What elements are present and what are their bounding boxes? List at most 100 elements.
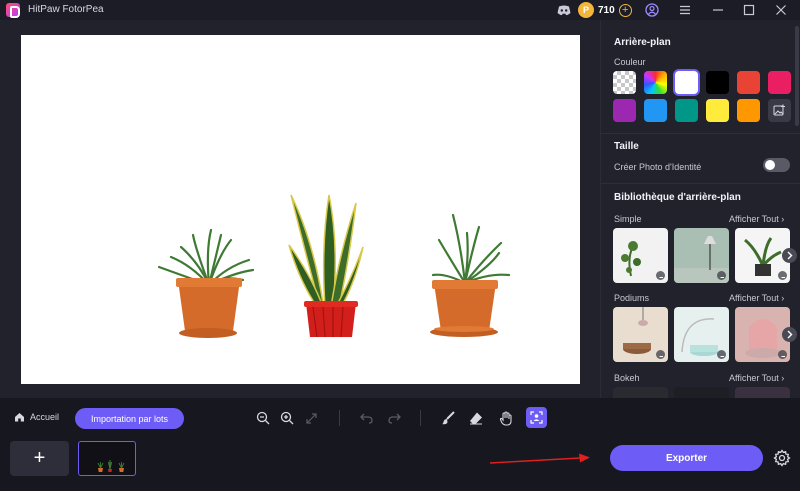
eraser-tool-button[interactable]	[467, 409, 485, 427]
bottom-strip: + Exporter	[0, 436, 800, 491]
image-canvas[interactable]	[21, 35, 580, 384]
plant-center	[288, 194, 364, 338]
home-button[interactable]: Accueil	[14, 412, 59, 422]
bg-thumb-simple-2[interactable]	[674, 228, 729, 283]
swatch-teal[interactable]	[675, 99, 698, 122]
undo-button[interactable]	[357, 409, 375, 427]
download-icon	[656, 350, 665, 359]
brush-icon	[442, 411, 455, 425]
maximize-icon[interactable]	[741, 2, 757, 18]
size-title: Taille	[614, 141, 639, 152]
swatch-purple[interactable]	[613, 99, 636, 122]
bg-thumb-podiums-2[interactable]	[674, 307, 729, 362]
chevron-right-icon	[787, 330, 793, 339]
bg-thumb-simple-1[interactable]	[613, 228, 668, 283]
see-all-bokeh-link[interactable]: Afficher Tout ›	[729, 373, 784, 383]
id-photo-toggle[interactable]	[763, 158, 790, 172]
plants-image	[157, 194, 511, 338]
annotation-arrow	[490, 453, 590, 464]
toggle-knob	[765, 160, 775, 170]
swatch-orange[interactable]	[737, 99, 760, 122]
hand-icon	[499, 410, 512, 426]
next-simple-button[interactable]	[782, 248, 797, 263]
add-credits-icon[interactable]: +	[618, 3, 632, 17]
bg-thumb-bokeh-2[interactable]	[674, 387, 729, 398]
export-settings-button[interactable]	[773, 449, 791, 467]
gear-icon	[773, 449, 791, 467]
swatch-black[interactable]	[706, 71, 729, 94]
swatch-yellow[interactable]	[706, 99, 729, 122]
library-title: Bibliothèque d'arrière-plan	[614, 192, 741, 203]
category-podiums: Podiums	[614, 293, 650, 303]
expand-icon	[305, 412, 317, 424]
subject-select-button[interactable]	[526, 407, 547, 428]
id-photo-label: Créer Photo d'Identité	[614, 162, 702, 172]
app-window: HitPaw FotorPea P 710 + Arrière-plan Cou…	[0, 0, 800, 491]
hand-tool-button[interactable]	[497, 409, 515, 427]
see-all-podiums-link[interactable]: Afficher Tout ›	[729, 293, 784, 303]
swatch-blue[interactable]	[644, 99, 667, 122]
bg-thumb-bokeh-1[interactable]	[613, 387, 668, 398]
swatch-red[interactable]	[737, 71, 760, 94]
category-bokeh: Bokeh	[614, 373, 640, 383]
credits-count: 710	[598, 4, 615, 16]
separator	[420, 410, 421, 426]
add-image-button[interactable]: +	[10, 441, 69, 476]
download-icon	[717, 350, 726, 359]
discord-icon[interactable]	[556, 2, 572, 18]
bottom-toolbar: Accueil Importation par lots	[0, 398, 800, 436]
credits-area[interactable]: P 710 +	[578, 1, 632, 19]
background-panel: Arrière-plan Couleur Taille Créer Photo …	[600, 20, 800, 398]
zoom-in-button[interactable]	[278, 409, 296, 427]
swatch-rainbow[interactable]	[644, 71, 667, 94]
title-bar: HitPaw FotorPea P 710 +	[0, 0, 800, 20]
download-icon	[778, 350, 787, 359]
home-label: Accueil	[30, 412, 60, 422]
zoom-out-button[interactable]	[254, 409, 272, 427]
download-icon	[778, 271, 787, 280]
portrait-select-icon	[530, 411, 543, 424]
plants-thumbnail	[93, 452, 125, 472]
plant-left	[157, 228, 255, 338]
zoom-out-icon	[256, 411, 270, 425]
next-podiums-button[interactable]	[782, 327, 797, 342]
brush-tool-button[interactable]	[439, 409, 457, 427]
export-button[interactable]: Exporter	[610, 445, 763, 471]
divider	[601, 183, 800, 184]
coin-icon: P	[578, 2, 594, 18]
redo-button[interactable]	[385, 409, 403, 427]
app-logo-icon	[6, 3, 20, 18]
download-icon	[717, 271, 726, 280]
app-title: HitPaw FotorPea	[28, 4, 104, 15]
divider	[601, 133, 800, 134]
panel-scrollbar[interactable]	[795, 26, 799, 126]
swatch-white[interactable]	[675, 71, 698, 94]
undo-icon	[359, 413, 373, 424]
bg-thumb-podiums-1[interactable]	[613, 307, 668, 362]
separator	[339, 410, 340, 426]
image-thumbnail-selected[interactable]	[78, 441, 136, 476]
canvas-area	[0, 20, 600, 398]
home-icon	[15, 413, 24, 422]
swatch-transparent[interactable]	[613, 71, 636, 94]
user-icon[interactable]	[644, 2, 660, 18]
batch-import-button[interactable]: Importation par lots	[75, 408, 184, 429]
swatch-pink[interactable]	[768, 71, 791, 94]
see-all-simple-link[interactable]: Afficher Tout ›	[729, 214, 784, 224]
category-simple: Simple	[614, 214, 642, 224]
minimize-icon[interactable]	[710, 2, 726, 18]
bg-thumb-bokeh-3[interactable]	[735, 387, 790, 398]
redo-icon	[387, 413, 401, 424]
menu-icon[interactable]	[677, 2, 693, 18]
add-image-icon	[773, 104, 785, 116]
download-icon	[656, 271, 665, 280]
add-image-background-button[interactable]	[768, 99, 791, 122]
fit-screen-button[interactable]	[302, 409, 320, 427]
eraser-icon	[470, 412, 482, 425]
zoom-in-icon	[280, 411, 294, 425]
chevron-right-icon	[787, 251, 793, 260]
background-title: Arrière-plan	[614, 37, 671, 48]
close-icon[interactable]	[773, 2, 789, 18]
color-label: Couleur	[614, 57, 646, 67]
plant-right	[430, 213, 511, 337]
